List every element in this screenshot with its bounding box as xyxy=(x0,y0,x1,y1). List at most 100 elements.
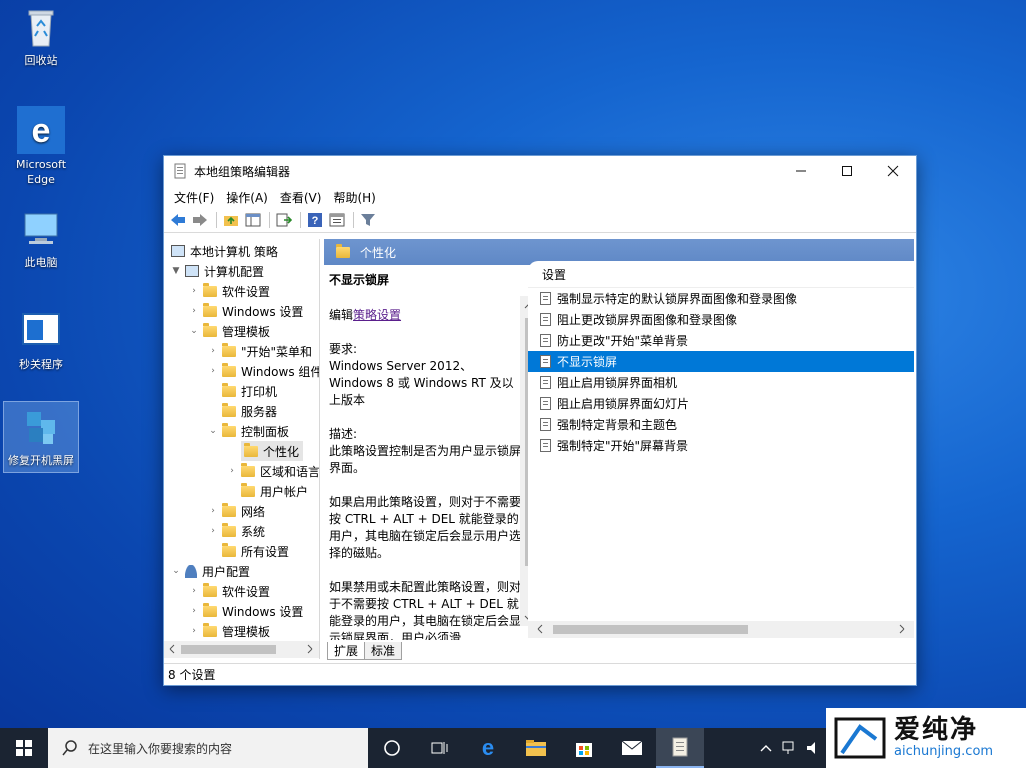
folder-icon xyxy=(241,482,255,497)
chevron-right-icon[interactable]: › xyxy=(188,286,200,296)
list-item[interactable]: 阻止启用锁屏界面幻灯片 xyxy=(528,393,914,414)
desktop-icon-this-pc[interactable]: 此电脑 xyxy=(4,208,78,270)
tree-item-region-language[interactable]: › 区域和语言 xyxy=(226,461,319,481)
panel-icon xyxy=(245,213,261,227)
list-item-selected[interactable]: 不显示锁屏 xyxy=(528,351,914,372)
title-bar[interactable]: 本地组策略编辑器 xyxy=(164,156,916,186)
group-policy-editor-window: 本地组策略编辑器 文件(F) 操作(A) 查看(V) 帮助(H) ? 本地计算机… xyxy=(163,155,917,686)
tree-item-label: 软件设置 xyxy=(222,284,271,299)
list-item[interactable]: 防止更改"开始"菜单背景 xyxy=(528,330,914,351)
tree-item-admin-templates[interactable]: ⌄ 管理模板 xyxy=(188,321,270,341)
network-button[interactable] xyxy=(778,728,802,768)
tree-item-software-settings[interactable]: › 软件设置 xyxy=(188,281,270,301)
tree-item-local-computer-policy[interactable]: 本地计算机 策略 xyxy=(168,241,278,261)
desktop-icon-recycle-bin[interactable]: 回收站 xyxy=(4,6,78,68)
list-item[interactable]: 强制特定背景和主题色 xyxy=(528,414,914,435)
tree-item-all-settings[interactable]: 所有设置 xyxy=(219,541,289,561)
watermark: 爱纯净 aichunjing.com xyxy=(826,708,1026,768)
chevron-down-icon[interactable]: ⌄ xyxy=(188,326,200,336)
column-header-setting[interactable]: 设置 xyxy=(528,261,914,288)
minimize-button[interactable] xyxy=(778,156,824,186)
show-hidden-icons-button[interactable] xyxy=(754,728,778,768)
help-button[interactable]: ? xyxy=(305,210,325,230)
chevron-right-icon[interactable]: › xyxy=(207,506,219,516)
chevron-right-icon[interactable]: › xyxy=(207,346,219,356)
tree-item-start-menu[interactable]: › "开始"菜单和 xyxy=(207,341,312,361)
taskbar-file-explorer[interactable] xyxy=(512,728,560,768)
chevron-right-icon[interactable]: › xyxy=(207,526,219,536)
tree-item-label: 所有设置 xyxy=(241,544,290,559)
taskbar-edge[interactable]: e xyxy=(464,728,512,768)
filter-button[interactable] xyxy=(358,210,378,230)
tree-item-user-windows-settings[interactable]: › Windows 设置 xyxy=(188,601,303,621)
policy-setting-icon xyxy=(540,397,551,410)
show-hide-console-tree-button[interactable] xyxy=(243,210,263,230)
desktop-icon-edge[interactable]: e Microsoft Edge xyxy=(4,106,78,187)
chevron-right-icon[interactable]: › xyxy=(188,306,200,316)
list-item[interactable]: 阻止更改锁屏界面图像和登录图像 xyxy=(528,309,914,330)
menu-action[interactable]: 操作(A) xyxy=(220,189,274,206)
desktop-icon-label: Microsoft Edge xyxy=(15,158,67,186)
tree-item-label: 计算机配置 xyxy=(204,264,265,279)
list-item[interactable]: 阻止启用锁屏界面相机 xyxy=(528,372,914,393)
edit-policy-link[interactable]: 策略设置 xyxy=(353,308,401,322)
close-button[interactable] xyxy=(870,156,916,186)
volume-button[interactable] xyxy=(802,728,826,768)
search-placeholder: 在这里输入你要搜索的内容 xyxy=(88,741,233,756)
folder-icon xyxy=(203,302,217,317)
back-button[interactable] xyxy=(168,210,188,230)
export-list-button[interactable] xyxy=(274,210,294,230)
start-button[interactable] xyxy=(0,728,48,768)
tree-item-server[interactable]: 服务器 xyxy=(207,401,277,421)
taskbar-mail[interactable] xyxy=(608,728,656,768)
chevron-right-icon[interactable]: › xyxy=(188,586,200,596)
tree-item-computer-config[interactable]: ▼ 计算机配置 xyxy=(170,261,264,281)
tree-item-user-software-settings[interactable]: › 软件设置 xyxy=(188,581,270,601)
tree-item-user-config[interactable]: ⌄ 用户配置 xyxy=(170,561,250,581)
desktop-icon-close-program[interactable]: 秒关程序 xyxy=(4,310,78,372)
section-title: 个性化 xyxy=(360,245,397,260)
desktop-icon-repair-black-screen[interactable]: 修复开机黑屏 xyxy=(3,401,79,473)
taskbar-group-policy-editor[interactable] xyxy=(656,728,704,768)
system-tray xyxy=(754,728,826,768)
menu-view[interactable]: 查看(V) xyxy=(274,189,328,206)
forward-button[interactable] xyxy=(190,210,210,230)
tree-item-user-accounts[interactable]: 用户帐户 xyxy=(238,481,308,501)
chevron-down-icon[interactable]: ⌄ xyxy=(207,426,219,436)
list-item[interactable]: 强制显示特定的默认锁屏界面图像和登录图像 xyxy=(528,288,914,309)
list-item[interactable]: 强制特定"开始"屏幕背景 xyxy=(528,435,914,456)
tree-item-windows-components[interactable]: › Windows 组件 xyxy=(207,361,319,381)
tree-item-printers[interactable]: 打印机 xyxy=(207,381,277,401)
tree-item-windows-settings[interactable]: › Windows 设置 xyxy=(188,301,303,321)
chevron-right-icon[interactable]: › xyxy=(226,466,238,476)
edit-policy-line: 编辑策略设置 xyxy=(329,308,402,322)
tree-item-user-admin-templates[interactable]: › 管理模板 xyxy=(188,621,270,641)
menu-bar: 文件(F) 操作(A) 查看(V) 帮助(H) xyxy=(164,186,916,208)
toolbar: ? xyxy=(164,208,916,233)
chevron-right-icon[interactable]: › xyxy=(188,606,200,616)
properties-button[interactable] xyxy=(327,210,347,230)
menu-file[interactable]: 文件(F) xyxy=(168,189,220,206)
task-view-button[interactable] xyxy=(416,728,464,768)
tree-item-system[interactable]: › 系统 xyxy=(207,521,265,541)
settings-horizontal-scrollbar[interactable] xyxy=(528,621,914,638)
maximize-button[interactable] xyxy=(824,156,870,186)
tree-horizontal-scrollbar[interactable] xyxy=(164,641,319,658)
up-folder-button[interactable] xyxy=(221,210,241,230)
tree-item-personalization[interactable]: 个性化 xyxy=(241,441,304,461)
taskbar-store[interactable] xyxy=(560,728,608,768)
taskbar-search-box[interactable]: 在这里输入你要搜索的内容 xyxy=(48,728,368,768)
tree-item-network[interactable]: › 网络 xyxy=(207,501,265,521)
chevron-right-icon[interactable]: › xyxy=(207,366,219,376)
tab-standard[interactable]: 标准 xyxy=(364,642,403,660)
menu-help[interactable]: 帮助(H) xyxy=(327,189,381,206)
tab-extended[interactable]: 扩展 xyxy=(327,642,366,660)
tree-item-control-panel[interactable]: ⌄ 控制面板 xyxy=(207,421,289,441)
chevron-right-icon[interactable]: › xyxy=(188,626,200,636)
tree-item-label: 控制面板 xyxy=(241,424,290,439)
policy-setting-icon xyxy=(540,355,551,368)
recycle-bin-icon xyxy=(19,6,63,50)
chevron-down-icon[interactable]: ▼ xyxy=(170,266,182,276)
cortana-button[interactable] xyxy=(368,728,416,768)
chevron-down-icon[interactable]: ⌄ xyxy=(170,566,182,576)
